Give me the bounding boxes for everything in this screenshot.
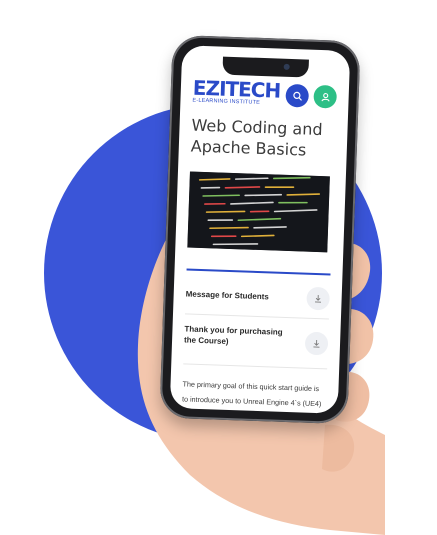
download-icon (313, 294, 322, 303)
course-description: The primary goal of this quick start gui… (181, 376, 326, 413)
phone-screen: EZITECH E-LEARNING INSTITUTE Web Coding … (170, 45, 351, 414)
section-divider (187, 268, 331, 275)
user-icon (320, 92, 330, 102)
brand-logo[interactable]: EZITECH E-LEARNING INSTITUTE (192, 79, 273, 112)
download-button[interactable] (306, 287, 330, 311)
download-icon (312, 339, 321, 348)
app-header: EZITECH E-LEARNING INSTITUTE (192, 79, 337, 114)
lesson-item-label: Thank you for purchasing the Course) (184, 323, 295, 349)
logo-text: EZITECH (193, 79, 274, 100)
search-button[interactable] (285, 84, 309, 108)
download-button[interactable] (305, 332, 329, 356)
phone-notch (222, 57, 309, 78)
lesson-item[interactable]: Message for Students (185, 280, 330, 313)
account-button[interactable] (313, 85, 337, 109)
lesson-item-label: Message for Students (186, 288, 269, 302)
search-icon (292, 91, 302, 101)
page-title: Web Coding and Apache Basics (191, 115, 338, 162)
list-separator (185, 313, 329, 319)
list-separator (183, 363, 327, 369)
phone-mockup: EZITECH E-LEARNING INSTITUTE Web Coding … (159, 35, 360, 424)
lesson-item[interactable]: Thank you for purchasing the Course) (183, 321, 328, 364)
course-cover-image (187, 172, 330, 253)
